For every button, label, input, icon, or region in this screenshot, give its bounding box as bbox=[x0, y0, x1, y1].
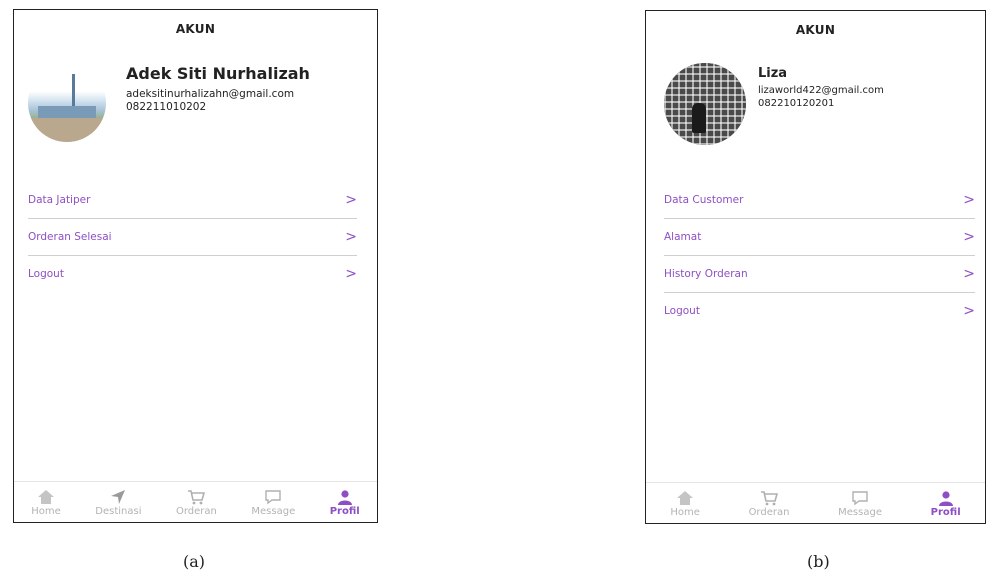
menu-item-history-orderan[interactable]: History Orderan > bbox=[664, 256, 975, 293]
avatar-photo-detail bbox=[38, 106, 96, 118]
menu-item-data-jatiper[interactable]: Data Jatiper > bbox=[28, 182, 357, 219]
profile-name: Adek Siti Nurhalizah bbox=[126, 64, 310, 83]
phone-screen-a: AKUN Adek Siti Nurhalizah adeksitinurhal… bbox=[13, 9, 378, 523]
menu-item-orderan-selesai[interactable]: Orderan Selesai > bbox=[28, 219, 357, 256]
account-menu: Data Jatiper > Orderan Selesai > Logout … bbox=[14, 182, 377, 292]
page-title: AKUN bbox=[175, 22, 216, 36]
user-icon bbox=[938, 489, 954, 507]
home-icon bbox=[37, 488, 55, 506]
menu-item-label: Logout bbox=[28, 268, 64, 280]
nav-item-home[interactable]: Home bbox=[670, 489, 700, 518]
profile-phone: 082210120201 bbox=[758, 98, 835, 109]
profile-name: Liza bbox=[758, 66, 788, 81]
nav-item-message[interactable]: Message bbox=[838, 489, 882, 518]
figure-caption-b: (b) bbox=[807, 552, 830, 571]
menu-item-label: Logout bbox=[664, 305, 700, 317]
chevron-right-icon: > bbox=[345, 229, 357, 245]
navigation-arrow-icon bbox=[110, 488, 126, 506]
figure-caption-a: (a) bbox=[183, 552, 206, 571]
profile-email: adeksitinurhalizahn@gmail.com bbox=[126, 88, 295, 100]
menu-item-alamat[interactable]: Alamat > bbox=[664, 219, 975, 256]
menu-item-label: Data Jatiper bbox=[28, 194, 91, 206]
chevron-right-icon: > bbox=[963, 303, 975, 319]
nav-label: Message bbox=[838, 506, 882, 518]
nav-label: Orderan bbox=[748, 506, 790, 518]
nav-item-orderan[interactable]: Orderan bbox=[176, 488, 217, 517]
nav-item-destinasi[interactable]: Destinasi bbox=[95, 488, 142, 517]
menu-item-label: Data Customer bbox=[664, 194, 744, 206]
avatar[interactable] bbox=[28, 64, 106, 142]
chevron-right-icon: > bbox=[345, 266, 357, 282]
menu-item-label: History Orderan bbox=[664, 268, 748, 280]
nav-item-profil[interactable]: Profil bbox=[931, 489, 961, 518]
nav-label: Profil bbox=[329, 505, 360, 517]
nav-label: Orderan bbox=[176, 505, 217, 517]
nav-item-orderan[interactable]: Orderan bbox=[748, 489, 790, 518]
chevron-right-icon: > bbox=[345, 192, 357, 208]
avatar-photo-detail bbox=[28, 118, 106, 142]
user-icon bbox=[337, 488, 353, 506]
home-icon bbox=[676, 489, 694, 507]
nav-item-home[interactable]: Home bbox=[31, 488, 61, 517]
chevron-right-icon: > bbox=[963, 229, 975, 245]
chat-bubble-icon bbox=[851, 489, 869, 507]
phone-screen-b: AKUN Liza lizaworld422@gmail.com 0822101… bbox=[645, 10, 986, 524]
cart-icon bbox=[187, 488, 206, 506]
nav-label: Profil bbox=[930, 506, 961, 518]
nav-label: Home bbox=[670, 506, 700, 518]
page-title: AKUN bbox=[795, 23, 836, 37]
chevron-right-icon: > bbox=[963, 266, 975, 282]
menu-item-data-customer[interactable]: Data Customer > bbox=[664, 182, 975, 219]
menu-item-label: Orderan Selesai bbox=[28, 231, 112, 243]
nav-item-message[interactable]: Message bbox=[251, 488, 295, 517]
nav-label: Home bbox=[31, 505, 61, 517]
chat-bubble-icon bbox=[264, 488, 282, 506]
menu-item-logout[interactable]: Logout > bbox=[664, 293, 975, 329]
profile-phone: 082211010202 bbox=[126, 101, 207, 113]
nav-item-profil[interactable]: Profil bbox=[330, 488, 360, 517]
nav-label: Destinasi bbox=[95, 505, 142, 517]
avatar-photo-detail bbox=[692, 103, 706, 133]
account-menu: Data Customer > Alamat > History Orderan… bbox=[646, 182, 985, 329]
menu-item-logout[interactable]: Logout > bbox=[28, 256, 357, 292]
nav-label: Message bbox=[251, 505, 296, 517]
avatar[interactable] bbox=[664, 63, 746, 145]
chevron-right-icon: > bbox=[963, 192, 975, 208]
menu-item-label: Alamat bbox=[664, 231, 702, 243]
bottom-nav: Home Orderan Message Profil bbox=[646, 482, 985, 523]
profile-email: lizaworld422@gmail.com bbox=[758, 85, 884, 96]
cart-icon bbox=[760, 489, 778, 507]
bottom-nav: Home Destinasi Orderan Message Profil bbox=[14, 481, 377, 522]
